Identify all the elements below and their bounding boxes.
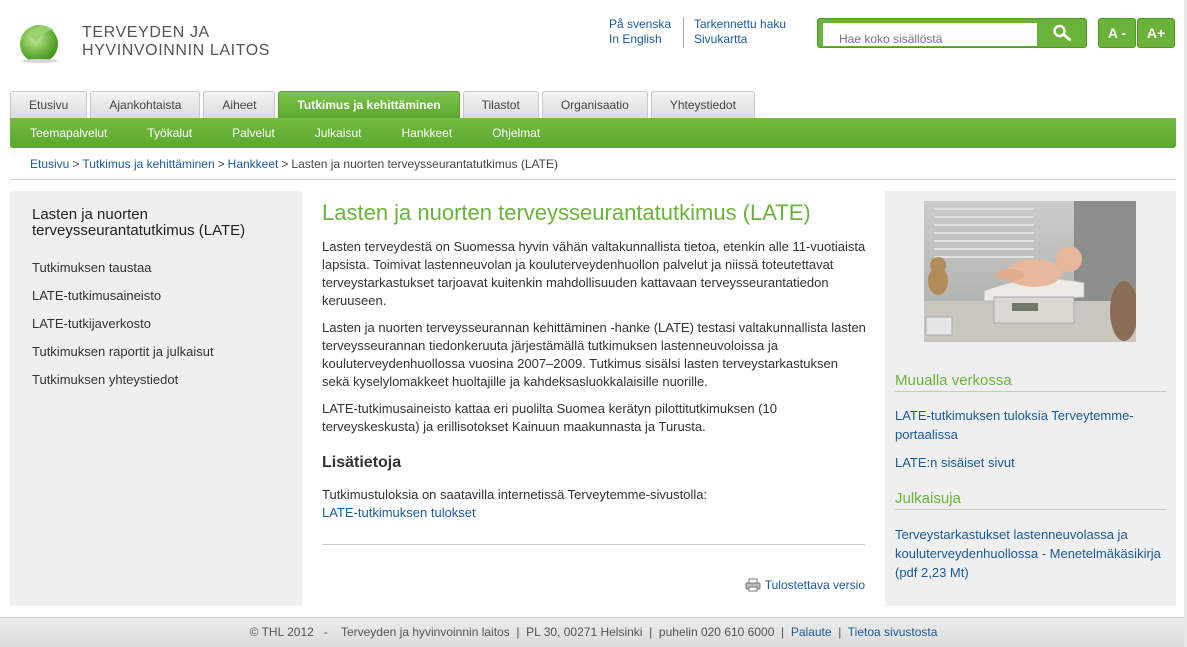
utility-links: Tarkennettu haku Sivukartta bbox=[683, 17, 786, 48]
right-sidebar: Muualla verkossa LATE-tutkimuksen tuloks… bbox=[885, 191, 1176, 606]
tab-etusivu[interactable]: Etusivu bbox=[10, 91, 88, 118]
subnav-tyokalut[interactable]: Työkalut bbox=[147, 118, 192, 148]
breadcrumb-separator: > bbox=[281, 157, 289, 171]
print-version-link[interactable]: Tulostettava versio bbox=[745, 578, 865, 592]
baby-on-scale-photo bbox=[924, 201, 1136, 342]
sitemap-link[interactable]: Sivukartta bbox=[694, 32, 786, 47]
left-nav-item-network[interactable]: LATE-tutkijaverkosto bbox=[32, 316, 280, 332]
footer-copyright: © THL 2012 bbox=[249, 625, 314, 639]
lang-english-link[interactable]: In English bbox=[609, 32, 671, 47]
elsewhere-link-internal[interactable]: LATE:n sisäiset sivut bbox=[895, 453, 1165, 472]
lang-swedish-link[interactable]: På svenska bbox=[609, 17, 671, 32]
footer: © THL 2012 - Terveyden ja hyvinvoinnin l… bbox=[0, 617, 1187, 647]
page-title: Lasten ja nuorten terveysseurantatutkimu… bbox=[322, 200, 811, 225]
subnav-julkaisut[interactable]: Julkaisut bbox=[315, 118, 362, 148]
tab-tilastot[interactable]: Tilastot bbox=[462, 91, 539, 118]
main-content: Lasten ja nuorten terveysseurantatutkimu… bbox=[322, 199, 867, 592]
thl-logo[interactable]: TERVEYDEN JA HYVINVOINNIN LAITOS bbox=[16, 18, 286, 66]
results-link[interactable]: LATE-tutkimuksen tulokset bbox=[322, 505, 476, 520]
footer-organization: Terveyden ja hyvinvoinnin laitos bbox=[340, 625, 510, 639]
results-text: Tutkimustuloksia on saatavilla interneti… bbox=[322, 487, 708, 502]
breadcrumb-home-link[interactable]: Etusivu bbox=[30, 157, 69, 171]
advanced-search-link[interactable]: Tarkennettu haku bbox=[694, 17, 786, 32]
breadcrumb-separator: > bbox=[72, 157, 80, 171]
main-tabs: Etusivu Ajankohtaista Aiheet Tutkimus ja… bbox=[10, 91, 758, 118]
tab-tutkimus[interactable]: Tutkimus ja kehittäminen bbox=[278, 91, 460, 118]
logo-wordmark: TERVEYDEN JA HYVINVOINNIN LAITOS bbox=[82, 24, 270, 60]
logo-line-1: TERVEYDEN JA bbox=[82, 24, 210, 41]
print-version-label: Tulostettava versio bbox=[764, 578, 865, 592]
search-box bbox=[817, 18, 1087, 48]
tab-aiheet[interactable]: Aiheet bbox=[203, 91, 276, 118]
publications-heading: Julkaisuja bbox=[895, 490, 1166, 510]
elsewhere-heading: Muualla verkossa bbox=[895, 372, 1166, 392]
subnav-palvelut[interactable]: Palvelut bbox=[232, 118, 275, 148]
publication-link-handbook[interactable]: Terveystarkastukset lastenneuvolassa ja … bbox=[895, 525, 1165, 582]
left-nav-item-contacts[interactable]: Tutkimuksen yhteystiedot bbox=[32, 372, 280, 388]
left-nav-item-background[interactable]: Tutkimuksen taustaa bbox=[32, 260, 280, 276]
subnav-ohjelmat[interactable]: Ohjelmat bbox=[492, 118, 540, 148]
footer-address: PL 30, 00271 Helsinki bbox=[526, 625, 643, 639]
search-icon bbox=[1053, 24, 1071, 41]
tab-ajankohtaista[interactable]: Ajankohtaista bbox=[90, 91, 201, 118]
elsewhere-link-results[interactable]: LATE-tutkimuksen tuloksia Terveytemme-po… bbox=[895, 406, 1165, 444]
language-links: På svenska In English bbox=[609, 17, 671, 47]
more-info-heading: Lisätietoja bbox=[322, 454, 402, 471]
search-input[interactable] bbox=[823, 23, 1037, 46]
results-paragraph: Tutkimustuloksia on saatavilla interneti… bbox=[322, 486, 867, 522]
tab-yhteystiedot[interactable]: Yhteystiedot bbox=[650, 91, 755, 118]
left-navigation: Lasten ja nuorten terveysseurantatutkimu… bbox=[10, 191, 302, 606]
sub-navigation: Teemapalvelut Työkalut Palvelut Julkaisu… bbox=[10, 118, 1176, 148]
search-button[interactable] bbox=[1042, 21, 1082, 45]
breadcrumb-projects-link[interactable]: Hankkeet bbox=[228, 157, 279, 171]
thl-logo-icon bbox=[20, 25, 58, 63]
breadcrumb-divider bbox=[10, 179, 1176, 180]
breadcrumb-current: Lasten ja nuorten terveysseurantatutkimu… bbox=[291, 157, 558, 171]
font-larger-button[interactable]: A+ bbox=[1137, 18, 1175, 48]
printer-icon bbox=[745, 578, 761, 592]
footer-about-link[interactable]: Tietoa sivustosta bbox=[848, 625, 938, 639]
left-nav-title: Lasten ja nuorten terveysseurantatutkimu… bbox=[32, 206, 246, 239]
tab-organisaatio[interactable]: Organisaatio bbox=[541, 91, 648, 118]
subnav-teemapalvelut[interactable]: Teemapalvelut bbox=[30, 118, 107, 148]
content-divider bbox=[322, 544, 865, 545]
footer-phone: puhelin 020 610 6000 bbox=[658, 625, 775, 639]
dataset-paragraph: LATE-tutkimusaineisto kattaa eri puolilt… bbox=[322, 401, 777, 434]
left-nav-item-reports[interactable]: Tutkimuksen raportit ja julkaisut bbox=[32, 344, 280, 360]
subnav-hankkeet[interactable]: Hankkeet bbox=[401, 118, 452, 148]
breadcrumb-section-link[interactable]: Tutkimus ja kehittäminen bbox=[82, 157, 214, 171]
intro-paragraph: Lasten terveydestä on Suomessa hyvin väh… bbox=[322, 239, 866, 308]
breadcrumb: Etusivu > Tutkimus ja kehittäminen > Hankkee… bbox=[30, 157, 558, 171]
breadcrumb-separator: > bbox=[217, 157, 225, 171]
footer-feedback-link[interactable]: Palaute bbox=[791, 625, 832, 639]
project-paragraph: Lasten ja nuorten terveysseurannan kehit… bbox=[322, 320, 866, 389]
left-nav-item-dataset[interactable]: LATE-tutkimusaineisto bbox=[32, 288, 280, 304]
logo-line-2: HYVINVOINNIN LAITOS bbox=[82, 42, 271, 59]
font-smaller-button[interactable]: A - bbox=[1098, 18, 1136, 48]
